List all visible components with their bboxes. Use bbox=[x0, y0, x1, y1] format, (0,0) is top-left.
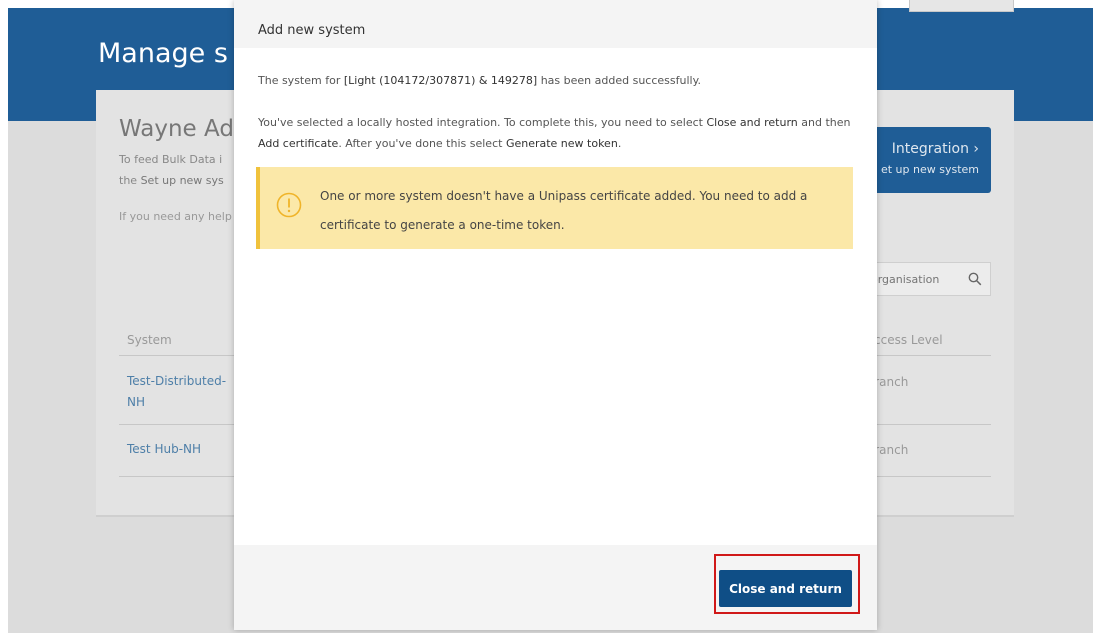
description-link-text: Set up new sys bbox=[140, 174, 224, 187]
instruction-message: You've selected a locally hosted integra… bbox=[258, 112, 858, 154]
integration-button-title: Integration › bbox=[891, 141, 979, 157]
search-input[interactable] bbox=[867, 263, 967, 295]
description-line-2: the Set up new sys bbox=[119, 174, 224, 187]
instruction-certificate-ref: Add certificate bbox=[258, 137, 339, 150]
description-line-1: To feed Bulk Data i bbox=[119, 153, 223, 166]
modal-title: Add new system bbox=[258, 23, 366, 38]
instruction-text: and then bbox=[797, 116, 851, 129]
close-and-return-button[interactable]: Close and return bbox=[719, 570, 852, 607]
success-prefix: The system for bbox=[258, 74, 344, 87]
add-system-modal: Add new system The system for [Light (10… bbox=[234, 0, 877, 630]
success-suffix: has been added successfully. bbox=[537, 74, 702, 87]
organisation-name: Wayne Adv bbox=[119, 116, 248, 142]
table-row-divider bbox=[119, 424, 236, 425]
integration-button-subtitle: et up new system bbox=[880, 163, 979, 176]
description-prefix: the bbox=[119, 174, 141, 187]
top-right-tab[interactable] bbox=[909, 0, 1014, 12]
system-identifier: [Light (104172/307871) & 149278] bbox=[343, 74, 538, 87]
integration-setup-button[interactable]: Integration › et up new system bbox=[870, 127, 991, 193]
instruction-text: You've selected a locally hosted integra… bbox=[258, 116, 707, 129]
table-row-divider bbox=[119, 476, 236, 477]
table-header-divider bbox=[866, 355, 991, 356]
warning-icon bbox=[276, 192, 302, 218]
column-header-access-level: Access Level bbox=[866, 333, 943, 347]
help-text: If you need any help bbox=[119, 210, 232, 223]
instruction-token-ref: Generate new token bbox=[505, 137, 618, 150]
table-header-divider bbox=[119, 355, 236, 356]
table-row-system-link[interactable]: Test-Distributed-NH bbox=[127, 371, 237, 413]
search-icon[interactable] bbox=[968, 272, 982, 286]
instruction-close-ref: Close and return bbox=[706, 116, 798, 129]
success-message: The system for [Light (104172/307871) & … bbox=[258, 74, 701, 87]
page-title: Manage s bbox=[98, 38, 228, 69]
instruction-text: . bbox=[617, 137, 622, 150]
instruction-text: . After you've done this select bbox=[338, 137, 506, 150]
table-row-system-link[interactable]: Test Hub-NH bbox=[127, 439, 237, 460]
alert-message: One or more system doesn't have a Unipas… bbox=[320, 189, 808, 232]
search-field[interactable] bbox=[866, 262, 991, 296]
column-header-system: System bbox=[127, 333, 172, 347]
table-row-divider bbox=[866, 424, 991, 425]
modal-header: Add new system bbox=[234, 0, 877, 48]
table-row-divider bbox=[866, 476, 991, 477]
certificate-warning-alert: One or more system doesn't have a Unipas… bbox=[256, 167, 853, 249]
modal-footer: Close and return bbox=[234, 545, 877, 630]
